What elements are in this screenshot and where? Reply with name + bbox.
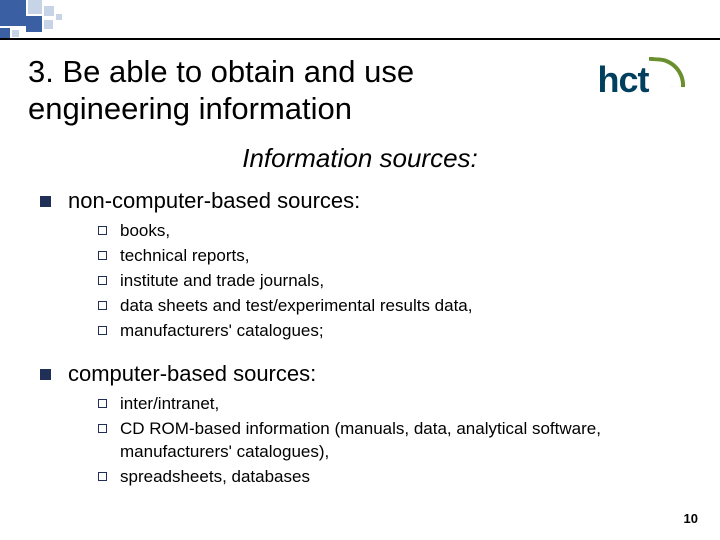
list-item: institute and trade journals, bbox=[98, 270, 692, 293]
slide-content: 3. Be able to obtain and use engineering… bbox=[28, 54, 692, 522]
section-heading-text: computer-based sources: bbox=[68, 361, 316, 386]
slide-title: 3. Be able to obtain and use engineering… bbox=[28, 54, 468, 127]
bullet-list-level2: books, technical reports, institute and … bbox=[68, 214, 692, 355]
list-item: CD ROM-based information (manuals, data,… bbox=[98, 418, 692, 464]
bullet-list-level2: inter/intranet, CD ROM-based information… bbox=[68, 387, 692, 501]
page-number: 10 bbox=[684, 511, 698, 526]
horizontal-rule bbox=[0, 38, 720, 40]
list-item: books, bbox=[98, 220, 692, 243]
list-item: technical reports, bbox=[98, 245, 692, 268]
slide-subtitle: Information sources: bbox=[28, 143, 692, 174]
list-item: data sheets and test/experimental result… bbox=[98, 295, 692, 318]
section-heading: non-computer-based sources: books, techn… bbox=[40, 188, 692, 355]
section-heading-text: non-computer-based sources: bbox=[68, 188, 360, 213]
section-heading: computer-based sources: inter/intranet, … bbox=[40, 361, 692, 501]
bullet-list-level1: non-computer-based sources: books, techn… bbox=[28, 188, 692, 500]
list-item: spreadsheets, databases bbox=[98, 466, 692, 489]
list-item: manufacturers' catalogues; bbox=[98, 320, 692, 343]
corner-decoration bbox=[0, 0, 160, 40]
list-item: inter/intranet, bbox=[98, 393, 692, 416]
